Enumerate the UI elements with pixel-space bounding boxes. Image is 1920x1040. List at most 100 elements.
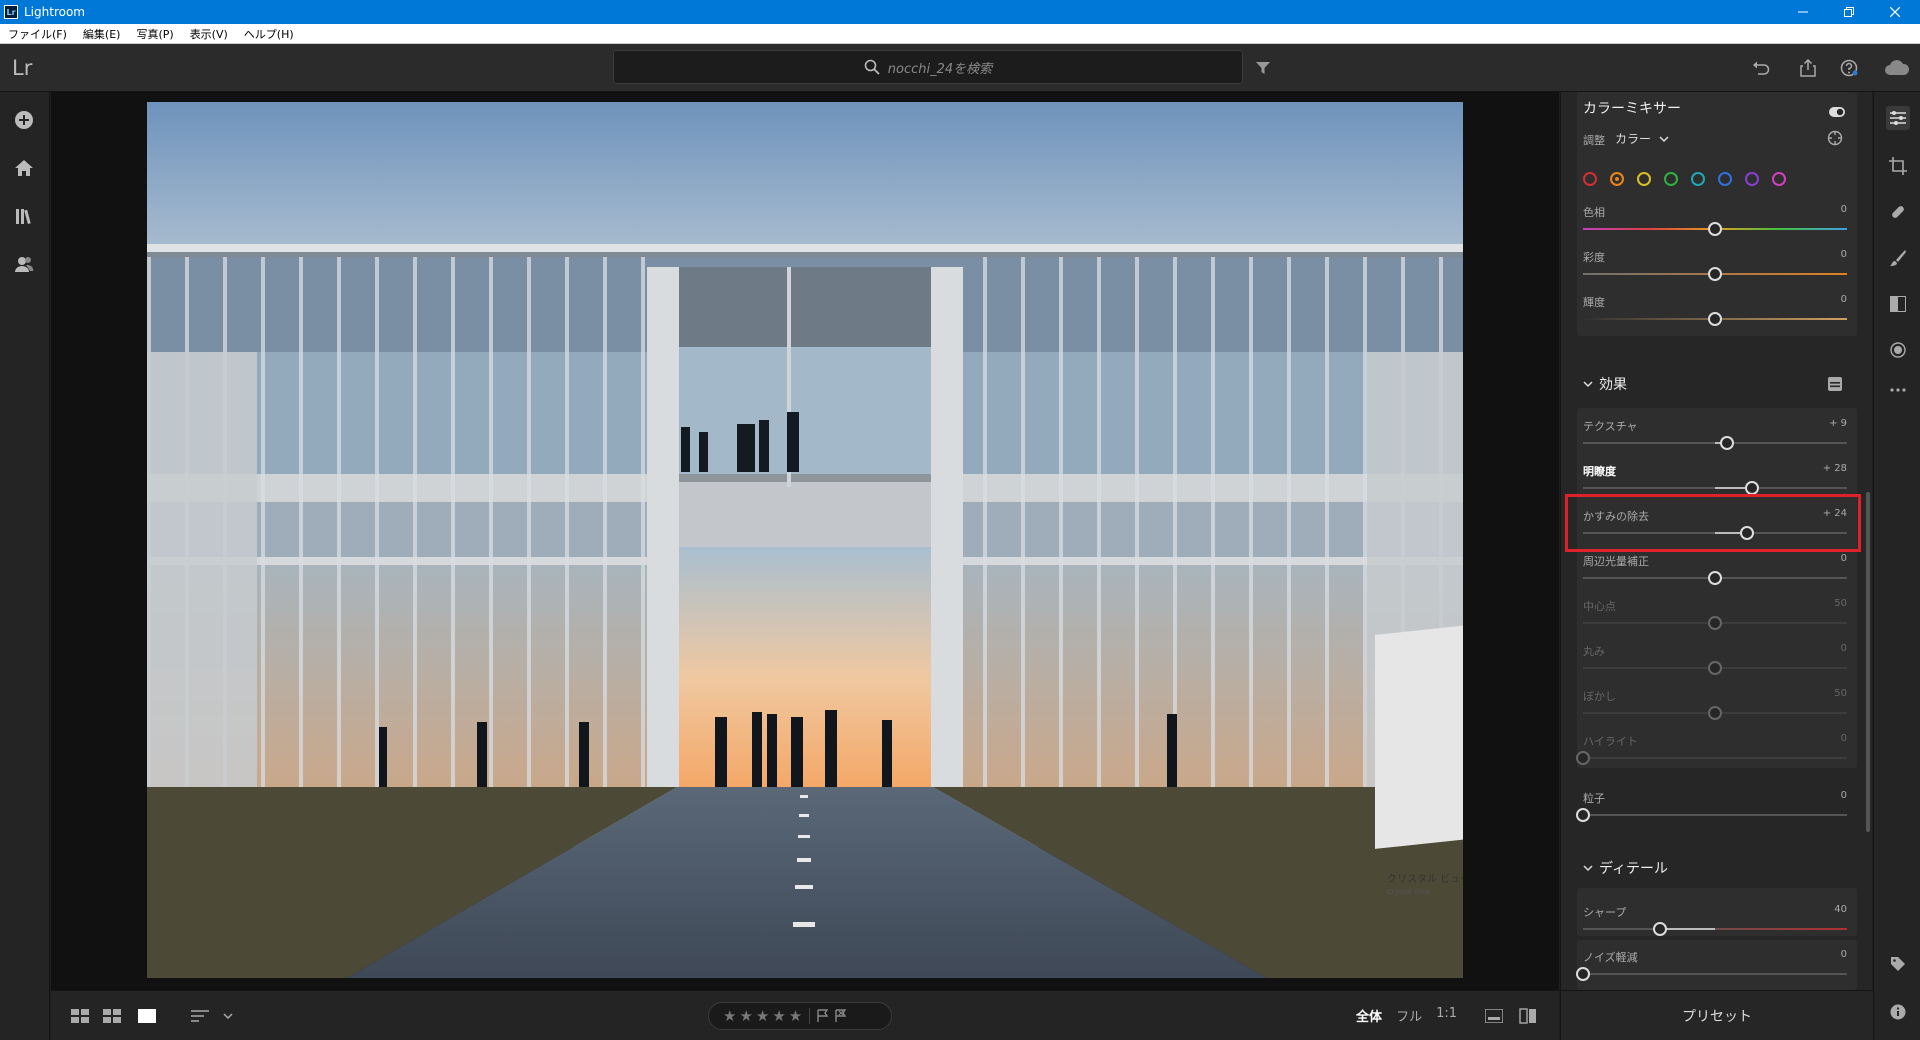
highlights-slider[interactable]: ハイライト 0 <box>1576 733 1847 773</box>
highlights-label: ハイライト <box>1583 735 1638 748</box>
texture-slider[interactable]: テクスチャ + 9 <box>1583 418 1847 458</box>
color-channel-4[interactable] <box>1691 172 1705 186</box>
noise-reduction-thumb[interactable] <box>1576 967 1590 981</box>
vignette-slider[interactable]: 周辺光量補正 0 <box>1583 553 1847 593</box>
people-icon[interactable] <box>12 252 36 276</box>
search-input[interactable]: nocchi_24を検索 <box>613 50 1243 84</box>
color-channel-5[interactable] <box>1718 172 1732 186</box>
sharpening-slider[interactable]: シャープ 40 <box>1583 904 1847 944</box>
edit-panel-scroll[interactable]: カラーミキサー 調整 カラー 色相 0 彩度 0 輝度 0 効果 テクスチャ +… <box>1561 92 1873 990</box>
top-toolbar: Lr nocchi_24を検索 <box>0 44 1920 92</box>
color-channel-3[interactable] <box>1664 172 1678 186</box>
panel-scrollbar[interactable] <box>1866 492 1870 832</box>
edit-sliders-icon[interactable] <box>1886 106 1910 130</box>
texture-thumb[interactable] <box>1719 436 1734 450</box>
radial-gradient-icon[interactable] <box>1886 338 1910 362</box>
zoom-one-to-one[interactable]: 1:1 <box>1436 1006 1457 1025</box>
feather-slider[interactable]: ぼかし 50 <box>1583 688 1847 728</box>
chevron-down-icon <box>1583 865 1593 872</box>
midpoint-thumb[interactable] <box>1708 616 1722 630</box>
saturation-thumb[interactable] <box>1708 267 1722 281</box>
more-options-icon[interactable] <box>1886 378 1910 402</box>
effects-presets-icon[interactable] <box>1827 376 1843 396</box>
healing-brush-icon[interactable] <box>1886 200 1910 224</box>
square-grid-view-icon[interactable] <box>71 1007 89 1025</box>
sharpening-track[interactable] <box>1583 928 1847 930</box>
library-icon[interactable] <box>12 204 36 228</box>
linear-gradient-icon[interactable] <box>1886 292 1910 316</box>
roundness-thumb[interactable] <box>1708 661 1722 675</box>
effects-header[interactable]: 効果 <box>1583 374 1627 394</box>
feather-thumb[interactable] <box>1708 706 1722 720</box>
sort-chevron-down-icon[interactable] <box>223 1007 233 1025</box>
clarity-thumb[interactable] <box>1744 481 1759 495</box>
photo-grid-view-icon[interactable] <box>103 1007 121 1025</box>
saturation-slider[interactable]: 彩度 0 <box>1583 249 1847 289</box>
restore-button[interactable] <box>1826 0 1872 24</box>
highlights-thumb[interactable] <box>1576 751 1590 765</box>
rating-flag-control[interactable]: ★★★★★ <box>708 1002 892 1030</box>
add-photos-icon[interactable] <box>12 108 36 132</box>
presets-button[interactable]: プリセット <box>1561 990 1873 1040</box>
noise-reduction-value: 0 <box>1840 949 1847 960</box>
color-mixer-title: カラーミキサー <box>1583 101 1681 117</box>
grain-slider[interactable]: 粒子 0 <box>1576 790 1847 830</box>
crop-icon[interactable] <box>1886 154 1910 178</box>
adjust-dropdown[interactable]: カラー <box>1615 130 1669 147</box>
highlights-track[interactable] <box>1583 757 1847 759</box>
hue-thumb[interactable] <box>1708 222 1722 236</box>
menu-file[interactable]: ファイル(F) <box>0 26 75 42</box>
midpoint-slider[interactable]: 中心点 50 <box>1583 598 1847 638</box>
menu-photo[interactable]: 写真(P) <box>128 26 181 42</box>
menu-help[interactable]: ヘルプ(H) <box>236 26 302 42</box>
compare-view-icon[interactable] <box>1519 1007 1537 1025</box>
flag-reject-icon[interactable] <box>834 1009 848 1023</box>
keyword-tag-icon[interactable] <box>1886 952 1910 976</box>
color-channel-2[interactable] <box>1637 172 1651 186</box>
detail-view-icon[interactable] <box>138 1007 156 1025</box>
detail-header[interactable]: ディテール <box>1583 858 1668 878</box>
midpoint-label: 中心点 <box>1583 600 1616 613</box>
sharpening-thumb[interactable] <box>1652 922 1667 936</box>
undo-icon[interactable] <box>1750 57 1772 79</box>
color-channel-6[interactable] <box>1745 172 1759 186</box>
luminance-slider[interactable]: 輝度 0 <box>1583 294 1847 334</box>
chevron-down-icon <box>1659 135 1669 142</box>
target-adjust-icon[interactable] <box>1827 130 1843 150</box>
color-channel-1[interactable] <box>1610 172 1624 186</box>
hue-slider[interactable]: 色相 0 <box>1583 204 1847 244</box>
zoom-fill[interactable]: フル <box>1396 1006 1422 1025</box>
sharpening-fill <box>1659 928 1715 930</box>
minimize-button[interactable] <box>1780 0 1826 24</box>
info-icon[interactable] <box>1886 1000 1910 1024</box>
info-overlay-icon[interactable] <box>1485 1007 1503 1025</box>
share-icon[interactable] <box>1797 57 1819 79</box>
menu-view[interactable]: 表示(V) <box>182 26 236 42</box>
vignette-thumb[interactable] <box>1708 571 1722 585</box>
color-channel-7[interactable] <box>1772 172 1786 186</box>
sign-title: クリスタル ビュー <box>1387 873 1463 885</box>
filter-icon[interactable] <box>1252 57 1274 79</box>
noise-reduction-track[interactable] <box>1583 973 1847 975</box>
cloud-sync-icon[interactable] <box>1884 57 1910 79</box>
luminance-thumb[interactable] <box>1708 312 1722 326</box>
roundness-slider[interactable]: 丸み 0 <box>1583 643 1847 683</box>
sort-icon[interactable] <box>191 1007 211 1025</box>
star-rating[interactable]: ★★★★★ <box>723 1007 805 1025</box>
noise-reduction-slider[interactable]: ノイズ軽減 0 <box>1576 949 1847 989</box>
close-button[interactable] <box>1872 0 1918 24</box>
color-channel-0[interactable] <box>1583 172 1597 186</box>
grain-thumb[interactable] <box>1576 808 1590 822</box>
menu-edit[interactable]: 編集(E) <box>75 26 129 42</box>
window-title: Lightroom <box>24 5 85 19</box>
main-photo[interactable]: クリスタル ビュー Crystal View <box>147 102 1463 978</box>
help-icon[interactable] <box>1838 57 1860 79</box>
zoom-options: 全体 フル 1:1 <box>1356 1006 1457 1025</box>
color-mixer-toggle[interactable] <box>1829 102 1845 121</box>
brush-icon[interactable] <box>1886 246 1910 270</box>
home-icon[interactable] <box>12 156 36 180</box>
zoom-fit[interactable]: 全体 <box>1356 1006 1382 1025</box>
flag-pick-icon[interactable] <box>816 1009 830 1023</box>
adjust-label: 調整 <box>1583 134 1605 147</box>
grain-track[interactable] <box>1583 814 1847 816</box>
